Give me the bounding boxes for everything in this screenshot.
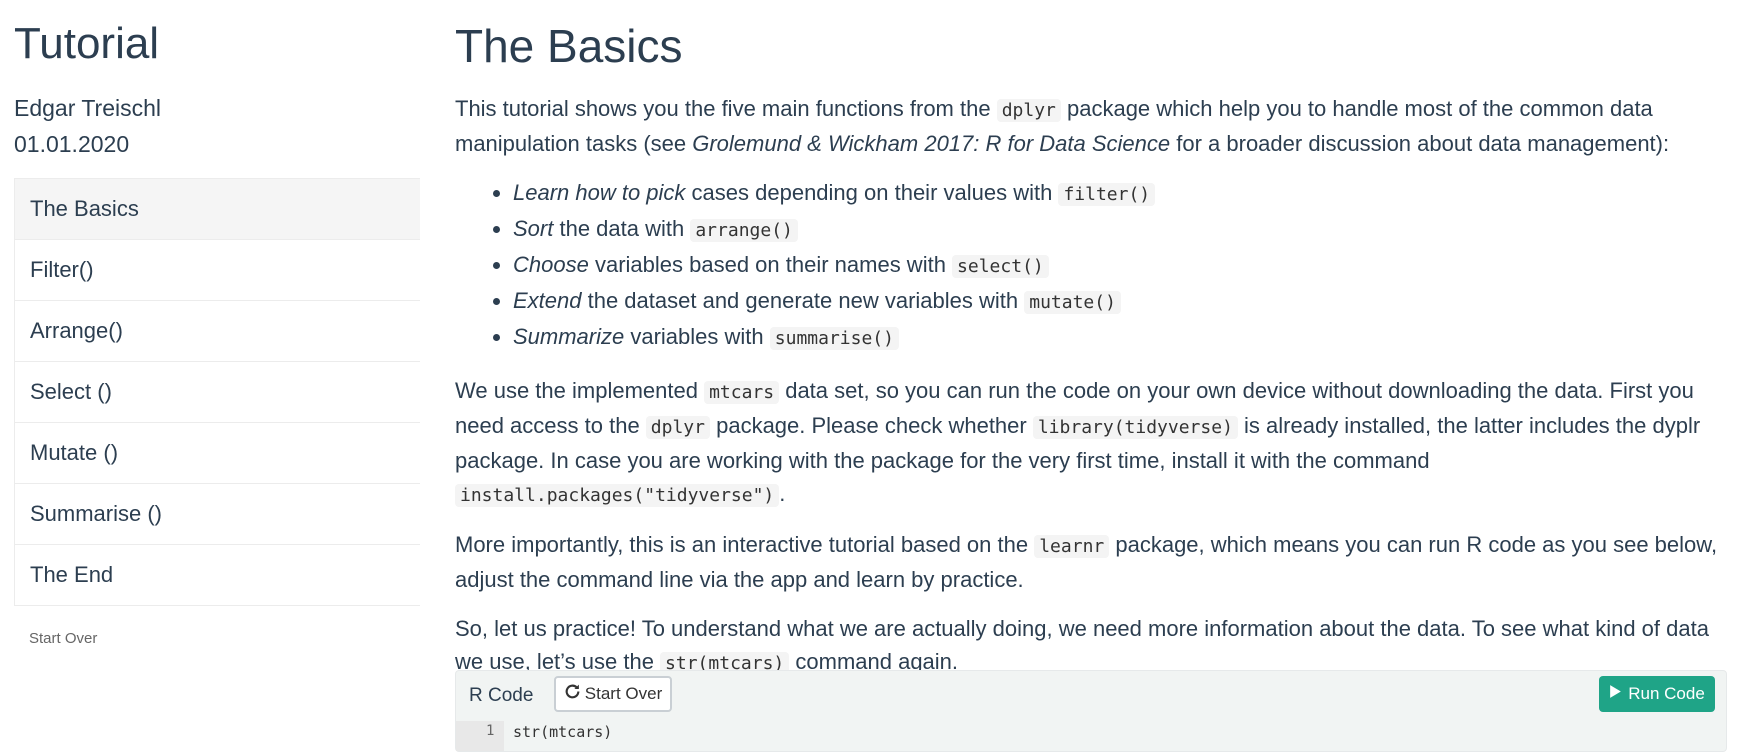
toc-item-filter[interactable]: Filter() bbox=[15, 240, 420, 301]
inline-code: dplyr bbox=[996, 99, 1061, 122]
list-item-emphasis: Learn how to pick bbox=[513, 180, 686, 205]
inline-code: summarise() bbox=[769, 327, 899, 350]
inline-code: filter() bbox=[1058, 183, 1156, 206]
learnr-paragraph: More importantly, this is an interactive… bbox=[455, 528, 1725, 596]
inline-code: install.packages("tidyverse") bbox=[455, 484, 780, 507]
mtcars-paragraph: We use the implemented mtcars data set, … bbox=[455, 374, 1725, 512]
run-code-button[interactable]: Run Code bbox=[1599, 676, 1715, 712]
paragraph-text: . bbox=[779, 481, 786, 506]
inline-code: select() bbox=[952, 255, 1049, 278]
toc-item-mutate[interactable]: Mutate () bbox=[15, 423, 420, 484]
date: 01.01.2020 bbox=[14, 131, 130, 157]
play-icon bbox=[1609, 684, 1622, 704]
list-item-emphasis: Extend bbox=[513, 288, 582, 313]
inline-code: learnr bbox=[1034, 535, 1110, 558]
list-item-text: the dataset and generate new variables w… bbox=[581, 288, 1025, 313]
code-editor-line[interactable]: str(mtcars) bbox=[513, 723, 612, 741]
table-of-contents: The Basics Filter() Arrange() Select () … bbox=[14, 178, 420, 606]
code-panel-label: R Code bbox=[469, 685, 534, 706]
run-code-label: Run Code bbox=[1628, 684, 1705, 703]
toc-item-summarise[interactable]: Summarise () bbox=[15, 484, 420, 545]
paragraph-text: More importantly, this is an interactive… bbox=[455, 532, 1035, 557]
list-item-text: variables with bbox=[624, 324, 770, 349]
section-title: The Basics bbox=[455, 20, 683, 72]
toc-item-the-basics[interactable]: The Basics bbox=[15, 179, 420, 240]
intro-text: This tutorial shows you the five main fu… bbox=[455, 96, 997, 121]
code-exercise-panel: R Code Start Over Run Code 1 str(mtcars) bbox=[455, 670, 1727, 752]
paragraph-text: We use the implemented bbox=[455, 378, 705, 403]
toc-item-the-end[interactable]: The End bbox=[15, 545, 420, 606]
inline-code: mtcars bbox=[704, 381, 780, 404]
list-item: Choose variables based on their names wi… bbox=[513, 248, 1725, 284]
paragraph-text: package. Please check whether bbox=[709, 413, 1033, 438]
author: Edgar Treischl bbox=[14, 95, 162, 121]
line-gutter bbox=[456, 721, 504, 751]
list-item: Sort the data with arrange() bbox=[513, 212, 1725, 248]
inline-code: mutate() bbox=[1024, 291, 1121, 314]
tutorial-title: Tutorial bbox=[14, 19, 160, 68]
function-list: Learn how to pick cases depending on the… bbox=[455, 176, 1725, 356]
start-over-button[interactable]: Start Over bbox=[554, 676, 672, 712]
inline-code: arrange() bbox=[690, 219, 798, 242]
list-item: Learn how to pick cases depending on the… bbox=[513, 176, 1725, 212]
list-item: Extend the dataset and generate new vari… bbox=[513, 284, 1725, 320]
list-item: Summarize variables with summarise() bbox=[513, 320, 1725, 356]
list-item-text: variables based on their names with bbox=[588, 252, 953, 277]
start-over-label: Start Over bbox=[584, 684, 663, 703]
inline-code: dplyr bbox=[645, 416, 710, 439]
refresh-icon bbox=[564, 683, 581, 705]
list-item-emphasis: Sort bbox=[513, 216, 554, 241]
paragraph-text: So, let us practice! To understand what … bbox=[455, 616, 1709, 674]
main-content: The Basics This tutorial shows you the f… bbox=[455, 0, 1725, 696]
sidebar: Tutorial Edgar Treischl 01.01.2020 The B… bbox=[14, 0, 420, 647]
list-item-emphasis: Summarize bbox=[513, 324, 625, 349]
intro-text: for a broader discussion about data mana… bbox=[1170, 131, 1670, 156]
inline-code: library(tidyverse) bbox=[1032, 416, 1238, 439]
intro-paragraph: This tutorial shows you the five main fu… bbox=[455, 92, 1725, 160]
line-number: 1 bbox=[486, 723, 495, 739]
list-item-text: cases depending on their values with bbox=[685, 180, 1059, 205]
toc-item-select[interactable]: Select () bbox=[15, 362, 420, 423]
sidebar-start-over-link[interactable]: Start Over bbox=[14, 630, 420, 647]
citation: Grolemund & Wickham 2017: R for Data Sci… bbox=[692, 131, 1171, 156]
list-item-emphasis: Choose bbox=[513, 252, 589, 277]
toc-item-arrange[interactable]: Arrange() bbox=[15, 301, 420, 362]
list-item-text: the data with bbox=[553, 216, 691, 241]
